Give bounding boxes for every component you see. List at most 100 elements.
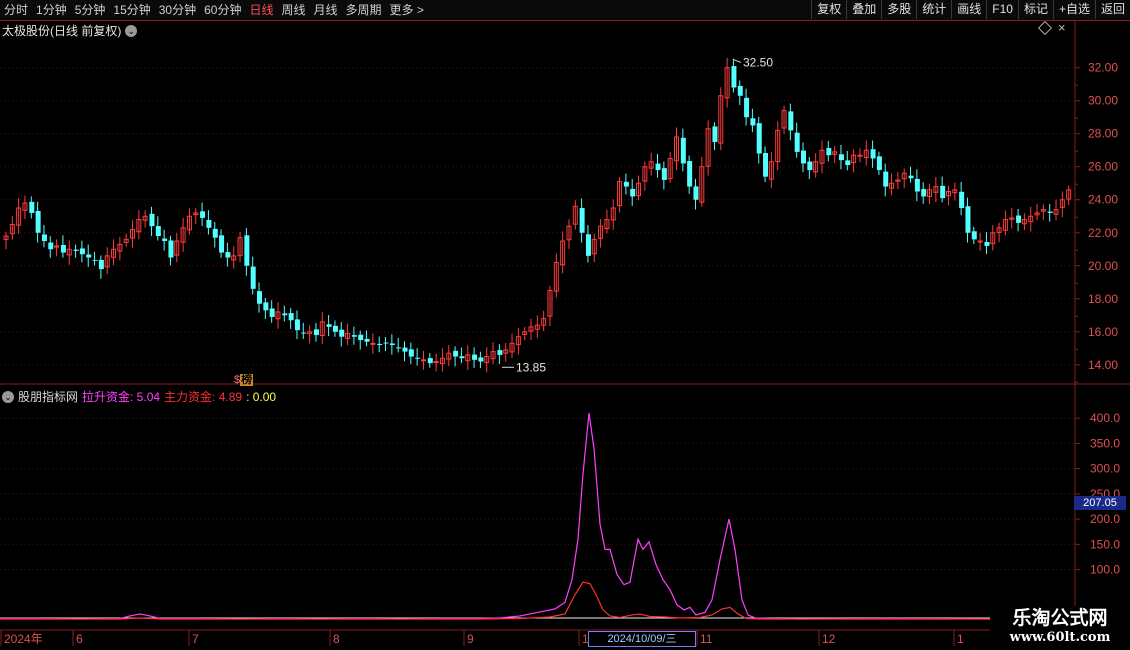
- price-tick-label: 32.00: [1088, 61, 1118, 75]
- candle-body: [225, 252, 231, 258]
- x-tick-label: 12: [822, 632, 836, 646]
- candle-body: [370, 342, 376, 345]
- candle-body: [200, 211, 206, 218]
- candle-body: [79, 248, 85, 255]
- price-tick-label: 20.00: [1088, 259, 1118, 273]
- indicator-current-value: 207.05: [1074, 496, 1126, 510]
- candle-body: [263, 302, 269, 311]
- candle-body: [579, 208, 585, 233]
- high-marker: [732, 58, 742, 63]
- candle-body: [914, 178, 920, 192]
- indicator-tick-label: 150.0: [1090, 537, 1120, 551]
- candle-body: [420, 359, 426, 362]
- candle-body: [623, 181, 629, 187]
- candle-body: [756, 123, 762, 154]
- candle-body: [29, 201, 35, 213]
- candle-body: [339, 329, 345, 337]
- x-tick-label: 1: [957, 632, 964, 646]
- candle-body: [977, 240, 983, 243]
- candle-body: [750, 118, 756, 126]
- candle-body: [60, 244, 66, 253]
- price-tick-label: 14.00: [1088, 358, 1118, 372]
- candle-body: [883, 171, 889, 187]
- candle-body: [744, 97, 750, 118]
- candle-body: [763, 153, 769, 177]
- indicator-line-1: [0, 581, 1075, 620]
- candle-body: [288, 313, 294, 321]
- candle-body: [984, 241, 990, 246]
- price-tick-label: 22.00: [1088, 226, 1118, 240]
- candle-body: [845, 160, 851, 166]
- candle-body: [155, 226, 161, 237]
- crosshair-date: 2024/10/09/三: [588, 631, 696, 647]
- ranking-badge-text: 榜: [240, 374, 254, 386]
- candle-body: [41, 234, 47, 242]
- candle-body: [908, 175, 914, 179]
- candle-body: [326, 324, 332, 327]
- candle-body: [35, 210, 41, 233]
- candle-body: [383, 342, 389, 344]
- indicator-line2-label: 主力资金: 4.89: [164, 390, 243, 404]
- price-tick-label: 26.00: [1088, 160, 1118, 174]
- candle-body: [282, 313, 288, 316]
- candle-body: [168, 240, 174, 258]
- candle-body: [661, 168, 667, 180]
- candle-body: [497, 350, 503, 355]
- candle-body: [433, 360, 439, 363]
- indicator-line3-label: : 0.00: [246, 389, 277, 404]
- candle-body: [269, 308, 275, 317]
- indicator-name[interactable]: 股朋指标网: [18, 388, 78, 405]
- candle-body: [402, 347, 408, 352]
- candle-body: [731, 66, 737, 88]
- indicator-tick-label: 350.0: [1090, 436, 1120, 450]
- price-tick-label: 30.00: [1088, 94, 1118, 108]
- candle-body: [794, 132, 800, 152]
- indicator-line-0: [0, 413, 1076, 620]
- candle-body: [712, 126, 718, 142]
- candle-body: [250, 266, 256, 289]
- indicator-title: ⌄ 股朋指标网 拉升资金: 5.04 主力资金: 4.89 : 0.00: [2, 388, 276, 405]
- candle-body: [838, 154, 844, 161]
- candle-body: [876, 156, 882, 171]
- indicator-tick-label: 100.0: [1090, 563, 1120, 577]
- candle-body: [301, 332, 307, 334]
- candle-body: [149, 213, 155, 227]
- chevron-down-icon[interactable]: ⌄: [2, 390, 14, 403]
- x-tick-label: 2024年: [4, 632, 43, 646]
- candle-body: [244, 235, 250, 266]
- x-tick-label: 8: [333, 632, 340, 646]
- indicator-tick-label: 400.0: [1090, 411, 1120, 425]
- indicator-line1-label: 拉升资金: 5.04: [82, 390, 161, 404]
- candle-body: [294, 319, 300, 331]
- candle-body: [971, 231, 977, 240]
- candle-body: [630, 188, 636, 197]
- chart-canvas: 32.00 30.00 28.00 26.00 24.00 22.00 20.00 18.00…: [0, 20, 1130, 646]
- indicator-tick-label: 200.0: [1090, 512, 1120, 526]
- candle-body: [408, 349, 414, 357]
- price-tick-label: 18.00: [1088, 292, 1118, 306]
- candle-body: [655, 163, 661, 171]
- candle-body: [965, 206, 971, 233]
- candle-body: [206, 219, 212, 228]
- candle-body: [358, 334, 364, 341]
- candle-body: [86, 254, 92, 258]
- candle-body: [1047, 211, 1053, 213]
- candle-body: [687, 161, 693, 187]
- watermark-line2: www.60lt.com: [1009, 630, 1111, 645]
- candle-body: [737, 85, 743, 96]
- candle-body: [921, 189, 927, 197]
- ranking-badge[interactable]: $榜: [234, 371, 254, 387]
- candle-body: [332, 325, 338, 332]
- price-tick-label: 28.00: [1088, 127, 1118, 141]
- candle-body: [940, 185, 946, 199]
- candle-body: [351, 335, 357, 337]
- candle-body: [48, 242, 54, 250]
- candle-body: [364, 338, 370, 342]
- candle-body: [98, 259, 104, 270]
- candle-body: [377, 343, 383, 345]
- candle-body: [313, 329, 319, 336]
- candle-body: [257, 291, 263, 304]
- candle-body: [478, 357, 484, 362]
- candle-body: [212, 228, 218, 238]
- indicator-tick-label: 300.0: [1090, 462, 1120, 476]
